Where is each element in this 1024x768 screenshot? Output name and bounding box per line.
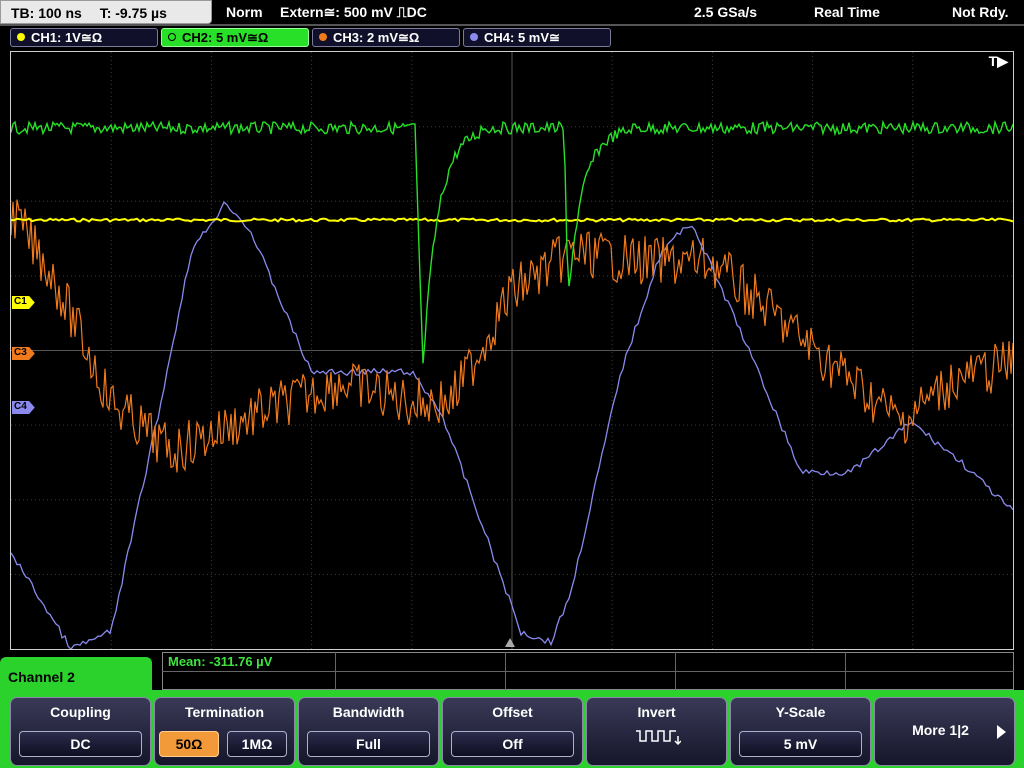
measurement-col-divider (675, 652, 676, 690)
ch4-tab-label: CH4: 5 mV≅ (484, 30, 560, 45)
y-scale-softkey[interactable]: Y-Scale 5 mV (730, 697, 871, 766)
bandwidth-softkey[interactable]: Bandwidth Full (298, 697, 439, 766)
termination-label: Termination (184, 704, 265, 720)
trigger-time-marker (505, 638, 515, 647)
tab-ch3[interactable]: CH3: 2 mV≅Ω (312, 28, 460, 47)
measurement-col-divider (335, 652, 336, 690)
timebase-box[interactable]: TB: 100 ns T: -9.75 µs (0, 0, 212, 24)
acquisition-mode[interactable]: Norm (226, 0, 263, 24)
termination-softkey[interactable]: Termination 50Ω 1MΩ (154, 697, 295, 766)
measurement-col-divider (845, 652, 846, 690)
y-scale-value[interactable]: 5 mV (739, 731, 862, 757)
measurement-divider (162, 671, 1014, 672)
coupling-softkey[interactable]: Coupling DC (10, 697, 151, 766)
waveform-display[interactable] (10, 51, 1014, 650)
chevron-right-icon (997, 725, 1006, 739)
bandwidth-label: Bandwidth (332, 704, 405, 720)
ch1-tab-label: CH1: 1V≅Ω (31, 30, 103, 45)
ch3-tab-label: CH3: 2 mV≅Ω (333, 30, 420, 45)
offset-value[interactable]: Off (451, 731, 574, 757)
trigger-source[interactable]: Extern≅: 500 mV ⎍DC (280, 0, 427, 24)
tab-ch2[interactable]: CH2: 5 mV≅Ω (161, 28, 309, 47)
top-divider (0, 24, 1024, 26)
run-mode: Real Time (814, 4, 880, 20)
invert-label: Invert (637, 704, 676, 720)
coupling-value[interactable]: DC (19, 731, 142, 757)
panel-title: Channel 2 (0, 657, 152, 697)
more-label: More 1|2 (912, 722, 969, 738)
bandwidth-value[interactable]: Full (307, 731, 430, 757)
coupling-label: Coupling (50, 704, 111, 720)
mean-measurement: Mean: -311.76 µV (168, 654, 273, 669)
inverted-square-wave-icon (636, 730, 681, 746)
trigger-time-readout: T: -9.75 µs (99, 5, 167, 21)
trigger-position-indicator: T▶ (988, 53, 1008, 69)
sample-rate: 2.5 GSa/s (694, 4, 758, 20)
graticule (11, 52, 1013, 649)
ch2-tab-label: CH2: 5 mV≅Ω (182, 30, 269, 45)
acquisition-status: Not Rdy. (952, 4, 1009, 20)
offset-softkey[interactable]: Offset Off (442, 697, 583, 766)
ch1-color-dot (17, 33, 25, 41)
measurement-col-divider (505, 652, 506, 690)
tab-ch4[interactable]: CH4: 5 mV≅ (463, 28, 611, 47)
more-softkey[interactable]: More 1|2 (874, 697, 1015, 766)
tab-ch1[interactable]: CH1: 1V≅Ω (10, 28, 158, 47)
ch2-color-dot (168, 33, 176, 41)
waveform-canvas (11, 52, 1013, 649)
timebase-readout: TB: 100 ns (11, 5, 82, 21)
termination-50ohm-option[interactable]: 50Ω (159, 731, 219, 757)
offset-label: Offset (492, 704, 533, 720)
y-scale-label: Y-Scale (775, 704, 826, 720)
ch3-color-dot (319, 33, 327, 41)
invert-softkey[interactable]: Invert (586, 697, 727, 766)
termination-1mohm-option[interactable]: 1MΩ (227, 731, 287, 757)
status-bar: TB: 100 ns T: -9.75 µs Norm Extern≅: 500… (0, 0, 1024, 26)
ch4-color-dot (470, 33, 478, 41)
